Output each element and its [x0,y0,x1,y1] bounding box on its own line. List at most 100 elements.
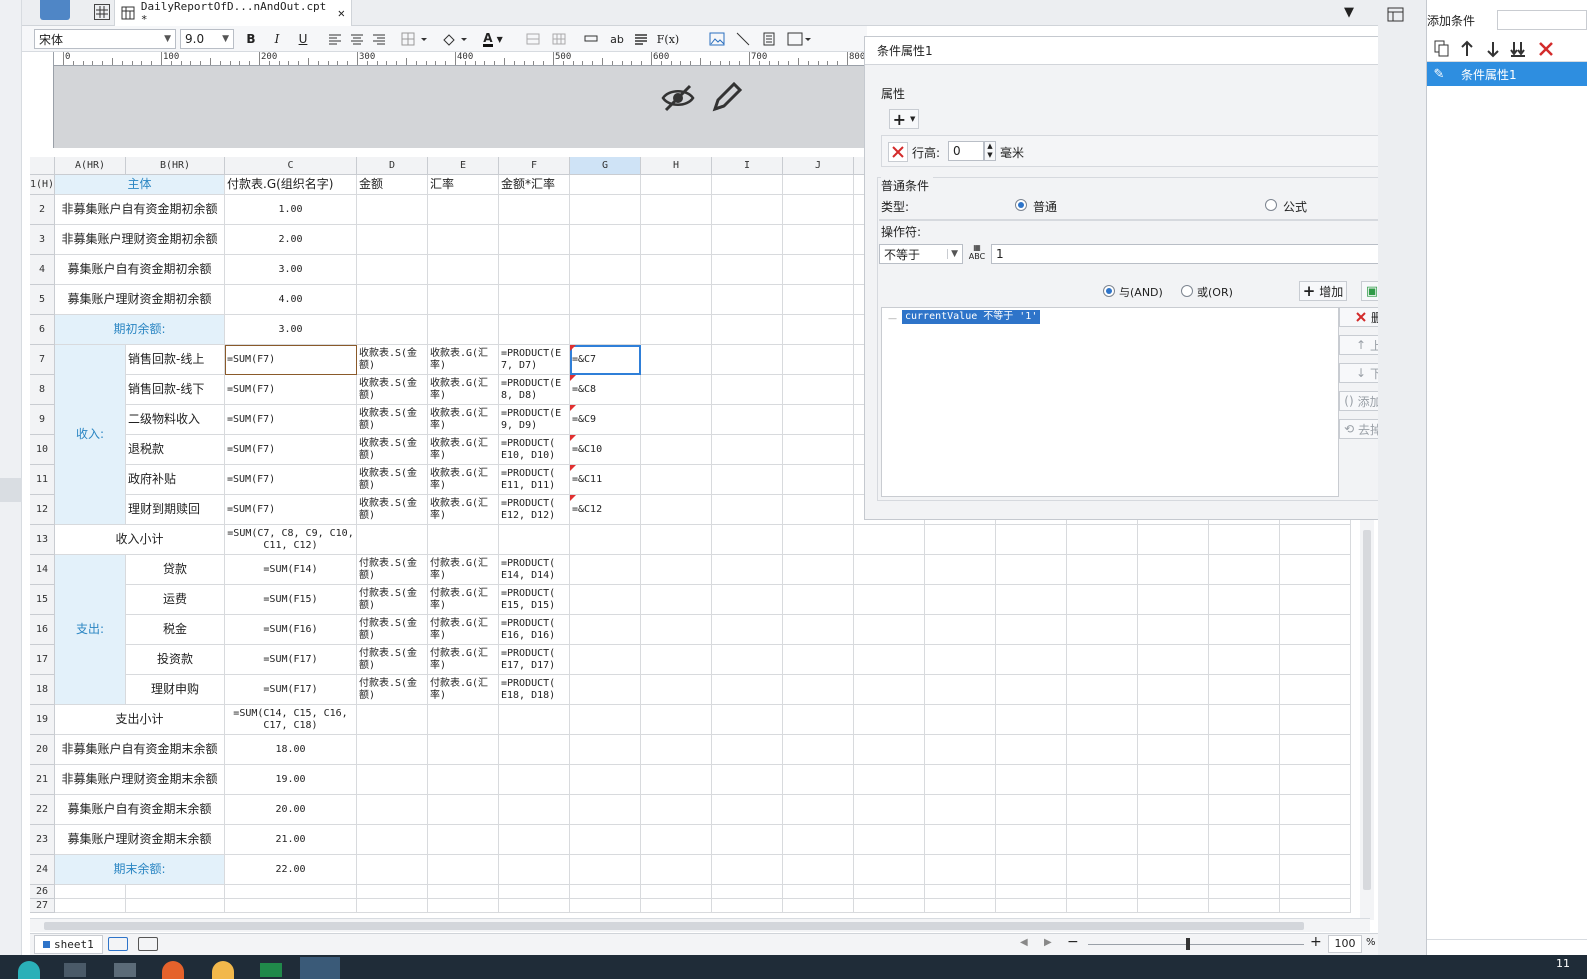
table-cell[interactable]: =&C8 [570,375,641,405]
table-cell[interactable] [783,225,854,255]
table-cell[interactable] [570,795,641,825]
table-cell[interactable] [641,465,712,495]
table-cell[interactable]: =&C12 [570,495,641,525]
table-cell[interactable] [854,645,925,675]
table-cell[interactable] [1280,735,1351,765]
taskbar-app-icon[interactable] [212,961,234,979]
table-cell[interactable]: 18.00 [225,735,357,765]
table-cell[interactable] [428,705,499,735]
table-cell[interactable]: 付款表.S(金 额) [357,585,428,615]
scroll-left-icon[interactable]: ◀ [1020,937,1028,948]
column-header[interactable]: H [641,157,712,175]
table-cell[interactable] [783,899,854,913]
table-cell[interactable] [641,255,712,285]
table-cell[interactable] [996,615,1067,645]
table-cell[interactable]: 收款表.S(金 额) [357,405,428,435]
table-cell[interactable]: 支出: [55,555,126,705]
zoom-in-icon[interactable]: + [1310,934,1322,950]
table-cell[interactable] [357,285,428,315]
table-cell[interactable] [1280,825,1351,855]
table-cell[interactable]: 付款表.S(金 额) [357,645,428,675]
table-cell[interactable] [996,525,1067,555]
row-header[interactable]: 8 [30,375,55,405]
text-abc-button[interactable]: ab [608,30,626,48]
table-cell[interactable] [783,435,854,465]
table-cell[interactable] [1067,705,1138,735]
table-cell[interactable] [783,285,854,315]
table-cell[interactable] [641,825,712,855]
table-cell[interactable] [1209,855,1280,885]
table-cell[interactable] [783,495,854,525]
table-cell[interactable] [641,855,712,885]
table-cell[interactable] [712,175,783,195]
table-cell[interactable] [854,735,925,765]
table-cell[interactable] [357,885,428,899]
table-cell[interactable] [712,855,783,885]
taskbar-app-icon[interactable] [64,963,86,977]
table-cell[interactable] [854,585,925,615]
table-cell[interactable] [499,195,570,225]
row-header[interactable]: 11 [30,465,55,495]
table-cell[interactable] [641,585,712,615]
table-cell[interactable]: =PRODUCT( E17, D17) [499,645,570,675]
row-header[interactable]: 21 [30,765,55,795]
text-color-button[interactable]: A ▼ [478,30,508,48]
table-cell[interactable] [1067,525,1138,555]
tab-sheet1[interactable]: sheet1 [34,935,103,954]
table-cell[interactable] [1067,899,1138,913]
table-cell[interactable] [854,615,925,645]
table-cell[interactable] [1067,735,1138,765]
row-header[interactable]: 7 [30,345,55,375]
merge-cells-icon[interactable] [524,30,542,48]
table-cell[interactable] [783,525,854,555]
table-cell[interactable] [925,899,996,913]
table-cell[interactable] [1280,675,1351,705]
table-cell[interactable]: 金额 [357,175,428,195]
table-cell[interactable] [570,855,641,885]
table-cell[interactable]: 收入: [55,345,126,525]
table-cell[interactable]: 付款表.G(汇 率) [428,555,499,585]
table-cell[interactable] [499,315,570,345]
pencil-edit-icon[interactable] [710,80,744,114]
table-cell[interactable] [854,885,925,899]
table-cell[interactable] [428,765,499,795]
remove-attribute-button[interactable] [888,142,908,162]
or-radio[interactable] [1181,285,1193,297]
column-header[interactable]: D [357,157,428,175]
type-formula-radio[interactable] [1265,199,1277,211]
condition-list[interactable]: — currentValue 不等于 '1' [881,307,1339,497]
arrow-up-icon[interactable] [1459,40,1475,58]
taskbar-app-icon[interactable] [162,961,184,979]
row-header[interactable]: 18 [30,675,55,705]
table-cell[interactable] [783,855,854,885]
row-height-spinner[interactable]: ▲ ▼ [984,141,996,161]
row-header[interactable]: 6 [30,315,55,345]
move-bottom-icon[interactable] [1509,40,1527,58]
table-cell[interactable]: =PRODUCT( E11, D11) [499,465,570,495]
column-header[interactable]: C [225,157,357,175]
table-cell[interactable] [925,615,996,645]
table-cell[interactable]: =SUM(F7) [225,435,357,465]
table-cell[interactable] [783,765,854,795]
table-cell[interactable] [428,855,499,885]
table-cell[interactable] [783,465,854,495]
table-cell[interactable] [499,285,570,315]
table-cell[interactable] [996,825,1067,855]
taskbar-app-icon[interactable] [260,963,282,977]
table-cell[interactable]: 金额*汇率 [499,175,570,195]
table-cell[interactable] [1280,765,1351,795]
column-header[interactable]: J [783,157,854,175]
taskbar-active-app[interactable] [300,957,340,979]
add-condition-button[interactable]: + 增加 [1299,281,1347,301]
underline-button[interactable]: U [294,30,312,48]
table-cell[interactable] [570,585,641,615]
table-cell[interactable]: 收款表.S(金 额) [357,345,428,375]
table-cell[interactable] [1280,615,1351,645]
table-cell[interactable] [1209,705,1280,735]
table-cell[interactable] [499,899,570,913]
column-header[interactable]: I [712,157,783,175]
formula-button[interactable]: F(x) [656,30,680,48]
table-cell[interactable] [925,795,996,825]
tab-menu-icon[interactable]: ▼ [1344,5,1354,20]
eye-hidden-icon[interactable] [660,82,696,114]
